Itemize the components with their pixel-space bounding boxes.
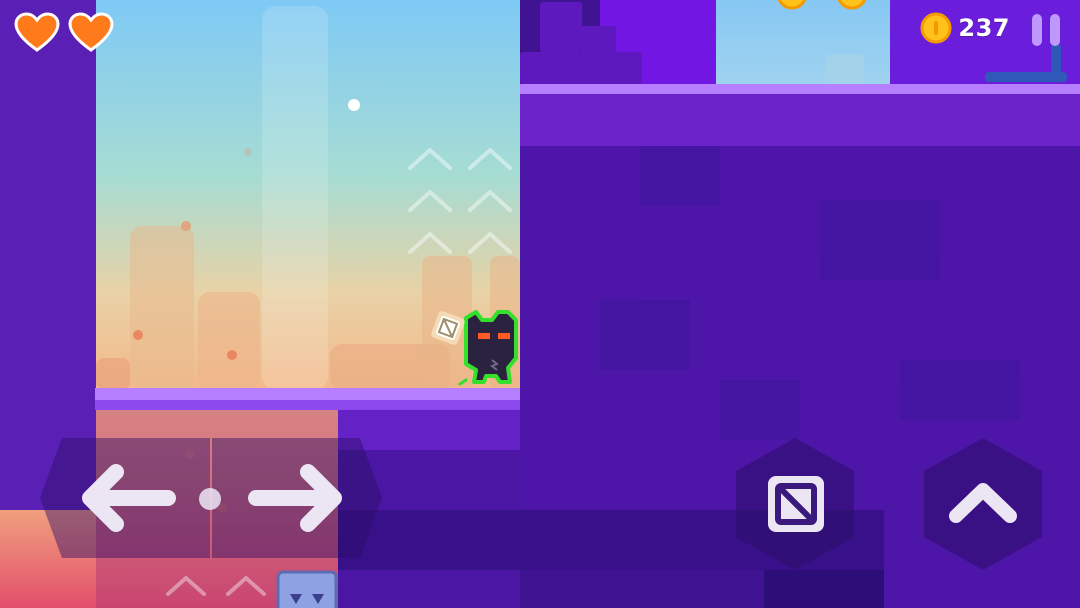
move-left-button[interactable] bbox=[80, 462, 180, 534]
coin-counter: 237 bbox=[920, 12, 1010, 44]
particle bbox=[244, 148, 252, 156]
platform-top bbox=[95, 388, 520, 400]
particle bbox=[133, 330, 143, 340]
particle bbox=[227, 350, 237, 360]
particle bbox=[181, 221, 191, 231]
jump-button[interactable] bbox=[924, 438, 1042, 570]
left-wall bbox=[0, 0, 96, 510]
pause-button[interactable] bbox=[1030, 14, 1062, 48]
background-block bbox=[96, 358, 130, 390]
lives-display bbox=[14, 12, 114, 52]
enemy-block bbox=[276, 570, 338, 608]
lever bbox=[1051, 44, 1061, 78]
particle bbox=[348, 99, 360, 111]
coin-icon bbox=[920, 12, 952, 44]
dash-icon bbox=[768, 476, 824, 532]
dash-button[interactable] bbox=[736, 438, 854, 570]
arrow-left-icon bbox=[82, 464, 176, 532]
background-tower bbox=[130, 226, 194, 390]
platform-top bbox=[520, 84, 1080, 94]
coin-count: 237 bbox=[958, 14, 1010, 42]
background-tower bbox=[262, 6, 328, 390]
heart-icon bbox=[68, 12, 114, 52]
heart-icon bbox=[14, 12, 60, 52]
pause-icon bbox=[1032, 14, 1042, 46]
move-right-button[interactable] bbox=[244, 462, 344, 534]
movement-pad bbox=[40, 438, 382, 558]
dpad-center-dot bbox=[199, 488, 221, 510]
arrow-right-icon bbox=[248, 464, 342, 532]
background-tower bbox=[198, 292, 260, 390]
